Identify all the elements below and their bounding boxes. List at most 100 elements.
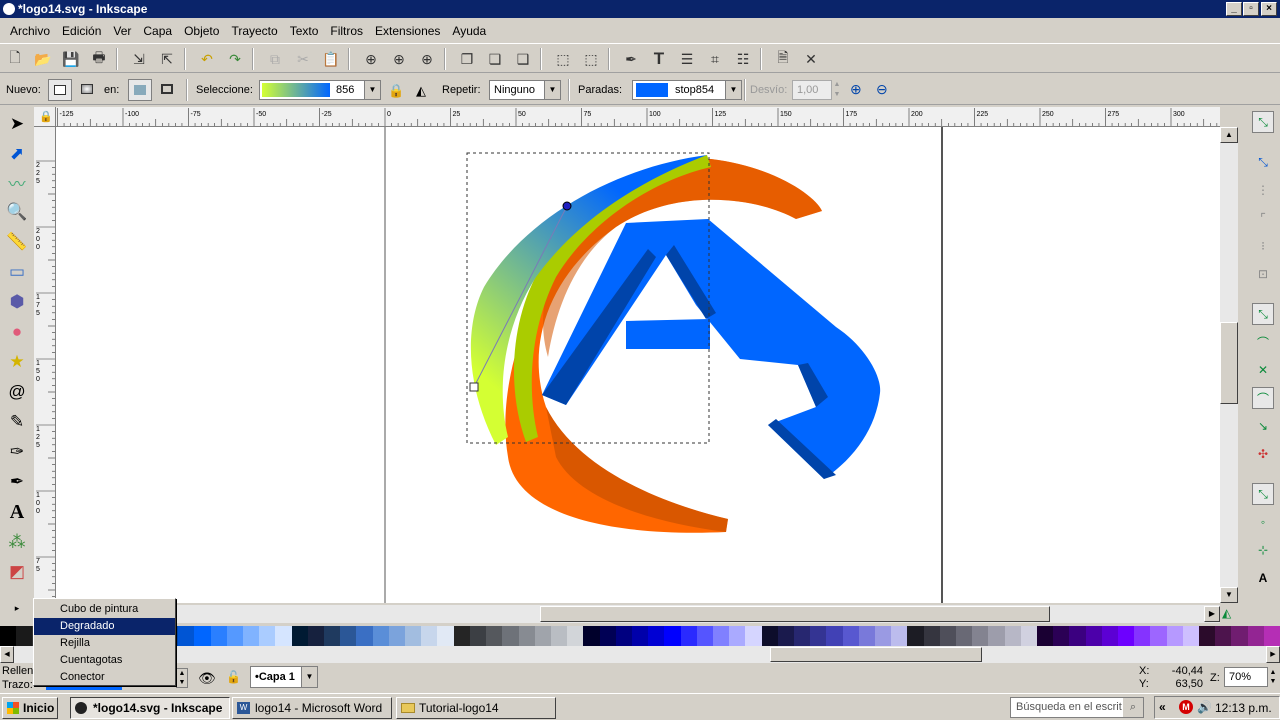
ellipse-tool-icon[interactable]: ● bbox=[4, 319, 30, 345]
selector-tool-icon[interactable]: ➤ bbox=[4, 111, 30, 137]
zoom-spin-arrows-icon[interactable]: ▲ ▼ bbox=[1268, 668, 1278, 688]
scroll-down-icon[interactable]: ▼ bbox=[1220, 587, 1238, 603]
palette-swatch[interactable] bbox=[1134, 626, 1151, 646]
gradient-start-handle[interactable] bbox=[469, 382, 479, 392]
menu-ver[interactable]: Ver bbox=[107, 24, 137, 38]
undo-icon[interactable]: ↶ bbox=[196, 49, 218, 69]
logo-blue-a[interactable] bbox=[542, 219, 881, 479]
star-tool-icon[interactable]: ★ bbox=[4, 349, 30, 375]
snap-enable-icon[interactable]: ⤡ bbox=[1252, 111, 1274, 133]
xml-editor-icon[interactable]: ⌗ bbox=[704, 49, 726, 69]
palette-swatch[interactable] bbox=[405, 626, 422, 646]
palette-swatch[interactable] bbox=[939, 626, 956, 646]
antivirus-tray-icon[interactable]: M bbox=[1179, 700, 1193, 714]
menu-ayuda[interactable]: Ayuda bbox=[446, 24, 492, 38]
repeat-select[interactable]: Ninguno ▼ bbox=[489, 80, 561, 100]
gradient-end-handle[interactable] bbox=[562, 201, 572, 211]
text-font-icon[interactable]: T bbox=[648, 49, 670, 69]
zoom-tool-icon[interactable]: 🔍 bbox=[4, 199, 30, 225]
palette-swatch[interactable] bbox=[469, 626, 487, 646]
palette-swatch[interactable] bbox=[340, 626, 357, 646]
palette-swatch[interactable] bbox=[259, 626, 276, 646]
palette-swatch[interactable] bbox=[178, 626, 195, 646]
palette-swatch[interactable] bbox=[1263, 626, 1280, 646]
palette-swatch[interactable] bbox=[226, 626, 244, 646]
text-tool-icon[interactable]: A bbox=[4, 499, 30, 525]
palette-swatch[interactable] bbox=[518, 626, 535, 646]
palette-swatch[interactable] bbox=[1150, 626, 1167, 646]
palette-scrollbar[interactable]: ◀ ▶ bbox=[0, 646, 1280, 663]
snap-centers-icon[interactable]: ⤡ bbox=[1252, 483, 1274, 505]
palette-swatch[interactable] bbox=[810, 626, 827, 646]
palette-swatch[interactable] bbox=[1182, 626, 1200, 646]
task-inkscape[interactable]: *logo14.svg - Inkscape bbox=[70, 697, 230, 719]
menu-archivo[interactable]: Archivo bbox=[4, 24, 56, 38]
expand-tools-icon[interactable]: ▸ bbox=[4, 595, 30, 621]
ungroup-icon[interactable]: ⬚ bbox=[580, 49, 602, 69]
color-managed-icon[interactable]: ◭ bbox=[1222, 606, 1231, 620]
3d-box-tool-icon[interactable]: ⬢ bbox=[4, 289, 30, 315]
vertical-ruler[interactable]: 22520017515012510075 bbox=[34, 127, 56, 603]
palette-swatch[interactable] bbox=[923, 626, 940, 646]
snap-text-baseline-icon[interactable]: A bbox=[1252, 567, 1274, 589]
palette-swatch[interactable] bbox=[1085, 626, 1102, 646]
snap-cusp-nodes-icon[interactable]: ⌒ bbox=[1252, 387, 1274, 409]
palette-swatch[interactable] bbox=[1247, 626, 1264, 646]
snap-bbox-icon[interactable]: ⤡ bbox=[1252, 151, 1274, 173]
palette-swatch[interactable] bbox=[1231, 626, 1248, 646]
palette-swatch[interactable] bbox=[502, 626, 519, 646]
layer-lock-icon[interactable]: 🔓 bbox=[226, 670, 241, 684]
menu-item-dropper[interactable]: Cuentagotas bbox=[34, 652, 175, 669]
palette-scroll-left-icon[interactable]: ◀ bbox=[0, 646, 14, 663]
menu-filtros[interactable]: Filtros bbox=[324, 24, 369, 38]
minimize-button[interactable]: _ bbox=[1226, 2, 1242, 16]
maximize-button[interactable]: ▫ bbox=[1243, 2, 1259, 16]
snap-midpoints-icon[interactable]: ✣ bbox=[1252, 443, 1274, 465]
snap-page-border-icon[interactable]: ⊹ bbox=[1252, 539, 1274, 561]
palette-swatch[interactable] bbox=[583, 626, 600, 646]
palette-swatch[interactable] bbox=[1101, 626, 1119, 646]
offset-spin-arrows-icon[interactable]: ▲ ▼ bbox=[832, 80, 842, 100]
unlink-clone-icon[interactable]: ❑ bbox=[512, 49, 534, 69]
menu-capa[interactable]: Capa bbox=[137, 24, 178, 38]
palette-swatch[interactable] bbox=[486, 626, 503, 646]
open-icon[interactable]: 📂 bbox=[32, 49, 54, 69]
palette-swatch[interactable] bbox=[16, 626, 33, 646]
palette-swatch[interactable] bbox=[550, 626, 568, 646]
palette-swatch[interactable] bbox=[712, 626, 730, 646]
speaker-tray-icon[interactable]: 🔊 bbox=[1197, 700, 1212, 714]
palette-swatch[interactable] bbox=[243, 626, 260, 646]
layers-icon[interactable]: ☰ bbox=[676, 49, 698, 69]
opacity-spin-arrows-icon[interactable]: ▲ ▼ bbox=[176, 668, 188, 688]
document-properties-icon[interactable]: 🗎 bbox=[772, 49, 794, 69]
radial-gradient-toggle[interactable] bbox=[76, 79, 100, 101]
node-tool-icon[interactable]: ⬈ bbox=[4, 141, 30, 167]
snap-paths-icon[interactable]: ⌒ bbox=[1252, 331, 1274, 353]
lock-icon[interactable]: 🔒 bbox=[388, 83, 404, 99]
search-icon[interactable]: ⌕ bbox=[1123, 698, 1143, 717]
snap-bbox-center-icon[interactable]: ⊡ bbox=[1252, 263, 1274, 285]
gradient-select[interactable]: 856 ▼ bbox=[259, 80, 381, 100]
palette-swatch[interactable] bbox=[826, 626, 843, 646]
scroll-right-icon[interactable]: ▶ bbox=[1204, 606, 1220, 622]
task-word[interactable]: W logo14 - Microsoft Word bbox=[232, 697, 392, 719]
palette-swatch[interactable] bbox=[275, 626, 292, 646]
menu-edicion[interactable]: Edición bbox=[56, 24, 107, 38]
snap-bbox-corner-icon[interactable]: ⌜ bbox=[1252, 207, 1274, 229]
palette-scroll-thumb[interactable] bbox=[770, 647, 982, 662]
stops-select[interactable]: stop854 ▼ bbox=[632, 80, 742, 100]
scroll-up-icon[interactable]: ▲ bbox=[1220, 127, 1238, 143]
palette-swatch[interactable] bbox=[745, 626, 762, 646]
palette-swatch[interactable] bbox=[696, 626, 713, 646]
palette-swatch[interactable] bbox=[534, 626, 551, 646]
palette-swatch[interactable] bbox=[1118, 626, 1135, 646]
palette-swatch[interactable] bbox=[210, 626, 227, 646]
cut-icon[interactable]: ✂ bbox=[292, 49, 314, 69]
zoom-selection-icon[interactable]: ⊕ bbox=[360, 49, 382, 69]
palette-swatch[interactable] bbox=[453, 626, 470, 646]
palette-scroll-right-icon[interactable]: ▶ bbox=[1266, 646, 1280, 663]
menu-item-paint-bucket[interactable]: Cubo de pintura bbox=[34, 601, 175, 618]
palette-swatch[interactable] bbox=[777, 626, 794, 646]
palette-swatch[interactable] bbox=[907, 626, 924, 646]
pencil-tool-icon[interactable]: ✎ bbox=[4, 409, 30, 435]
